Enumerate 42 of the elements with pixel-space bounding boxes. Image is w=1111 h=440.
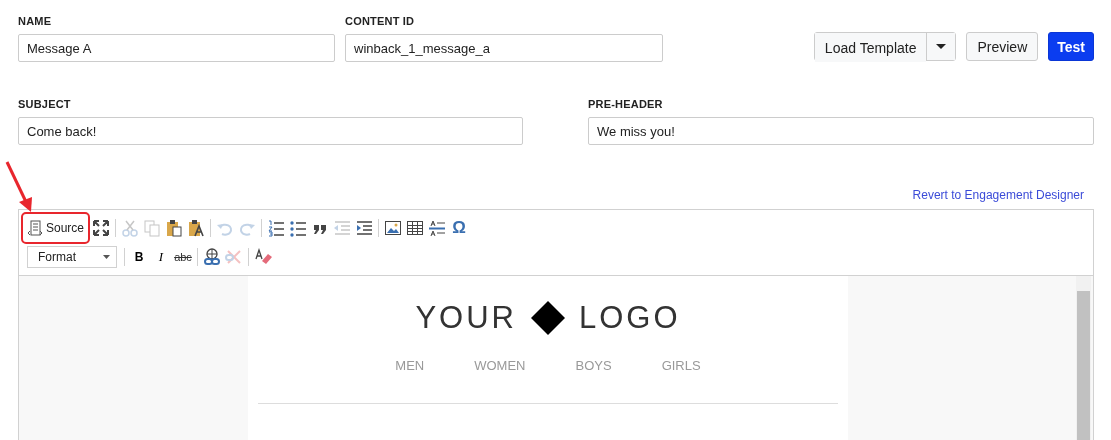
cut-icon — [121, 219, 140, 237]
caret-icon — [936, 44, 947, 49]
horizontal-rule-icon — [428, 219, 447, 237]
test-button[interactable]: Test — [1048, 32, 1094, 61]
logo-text: LOGO — [579, 300, 681, 336]
field-label: NAME — [18, 15, 53, 27]
numbered-list-icon — [267, 219, 286, 237]
paste-text-icon — [187, 219, 206, 237]
caret-icon — [103, 255, 110, 259]
load-template-button[interactable]: Load Template — [814, 33, 927, 62]
field-label: CONTENT ID — [345, 15, 416, 27]
italic-button[interactable]: I — [150, 246, 172, 268]
unlink-icon — [225, 248, 243, 266]
bulleted-list-icon — [289, 219, 308, 237]
maximize-icon — [92, 219, 111, 237]
strikethrough-button[interactable]: abc — [172, 246, 194, 268]
diamond-icon — [531, 301, 565, 335]
remove-format-icon — [254, 248, 272, 266]
copy-icon — [143, 219, 162, 237]
bold-button[interactable]: B — [128, 246, 150, 268]
field-label: SUBJECT — [18, 98, 72, 110]
field-label: PRE-HEADER — [588, 98, 664, 110]
link-button[interactable] — [201, 246, 223, 268]
special-character-button[interactable]: Ω — [448, 217, 471, 239]
preview-button[interactable]: Preview — [966, 32, 1039, 61]
outdent-icon — [333, 219, 352, 237]
text-field[interactable]: We miss you! — [588, 117, 1094, 145]
source-icon — [27, 220, 43, 236]
paste-icon — [165, 219, 184, 237]
indent-icon — [355, 219, 374, 237]
logo-text: YOUR — [415, 300, 517, 336]
image-icon — [384, 219, 403, 237]
format-dropdown[interactable]: Format — [27, 246, 117, 268]
text-field[interactable]: Message A — [18, 34, 335, 62]
revert-link[interactable]: Revert to Engagement Designer — [912, 188, 1084, 202]
scrollbar[interactable] — [1076, 276, 1091, 440]
link-icon — [203, 248, 221, 266]
text-field[interactable]: Come back! — [18, 117, 523, 145]
text-field[interactable]: winback_1_message_a — [345, 34, 663, 62]
source-button[interactable]: Source — [23, 215, 89, 241]
table-icon — [406, 219, 425, 237]
dropdown-button[interactable] — [926, 33, 956, 60]
